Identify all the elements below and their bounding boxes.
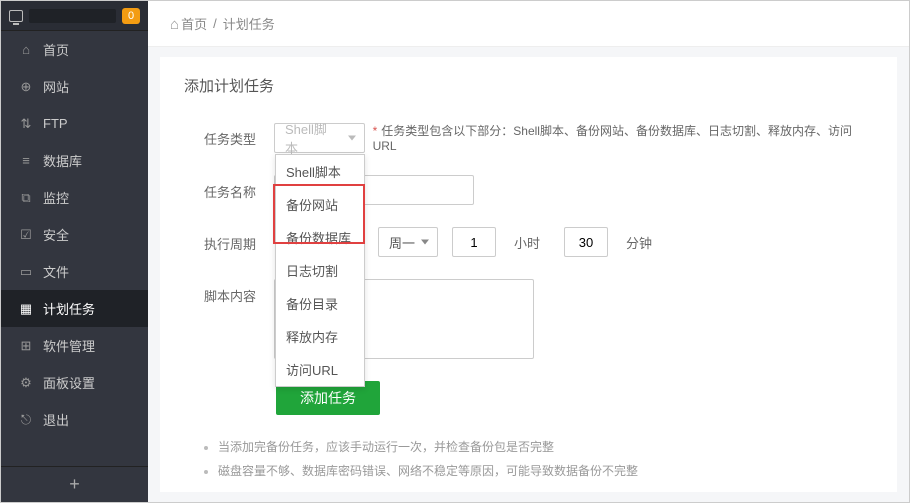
sidebar-item-label: 监控	[43, 188, 69, 207]
panel: 添加计划任务 任务类型 Shell脚本 Shell脚本 备份网站 备份数据库 日…	[160, 57, 897, 492]
period-day-select[interactable]: 周一	[378, 227, 438, 257]
minute-unit: 分钟	[626, 233, 652, 252]
required-star-icon: *	[373, 124, 378, 138]
monitor-icon	[9, 10, 23, 22]
chevron-down-icon	[348, 135, 356, 140]
hour-unit: 小时	[514, 233, 540, 252]
sidebar-item-files[interactable]: ▭ 文件	[1, 253, 148, 290]
ip-display	[29, 9, 116, 23]
home-icon	[170, 17, 181, 32]
task-type-hint: *任务类型包含以下部分：Shell脚本、备份网站、备份数据库、日志切割、释放内存…	[373, 122, 873, 153]
label-task-name: 任务名称	[184, 175, 274, 201]
task-type-select[interactable]: Shell脚本 Shell脚本 备份网站 备份数据库 日志切割 备份目录 释放内…	[274, 123, 365, 153]
chart-icon: ⧉	[19, 190, 33, 206]
sidebar-item-site[interactable]: ⊕ 网站	[1, 68, 148, 105]
exit-icon: ⎋	[19, 412, 33, 428]
sidebar-item-ftp[interactable]: ⇅ FTP	[1, 105, 148, 142]
sidebar-item-logout[interactable]: ⎋ 退出	[1, 401, 148, 438]
sidebar: 0 ⌂ 首页 ⊕ 网站 ⇅ FTP ≡ 数据库 ⧉ 监控	[1, 1, 148, 502]
dropdown-item-backup-dir[interactable]: 备份目录	[276, 287, 364, 320]
ftp-icon: ⇅	[19, 116, 33, 132]
task-type-dropdown: Shell脚本 备份网站 备份数据库 日志切割 备份目录 释放内存 访问URL	[275, 154, 365, 387]
sidebar-item-cron[interactable]: ▦ 计划任务	[1, 290, 148, 327]
sidebar-item-security[interactable]: ☑ 安全	[1, 216, 148, 253]
submit-row: 添加任务	[276, 381, 873, 415]
breadcrumb-home-label: 首页	[181, 17, 207, 32]
period-day-value: 周一	[389, 233, 415, 252]
dropdown-item-backup-site[interactable]: 备份网站	[276, 188, 364, 221]
period-hour-input[interactable]	[452, 227, 496, 257]
home-breadcrumb[interactable]: 首页	[170, 14, 207, 33]
apps-icon: ⊞	[19, 338, 33, 354]
dropdown-item-visit-url[interactable]: 访问URL	[276, 353, 364, 386]
page-title: 添加计划任务	[184, 75, 873, 96]
sidebar-item-label: 安全	[43, 225, 69, 244]
period-minute-input[interactable]	[564, 227, 608, 257]
sidebar-header: 0	[1, 1, 148, 31]
label-script: 脚本内容	[184, 279, 274, 305]
folder-icon: ▭	[19, 264, 33, 280]
globe-icon: ⊕	[19, 79, 33, 95]
plus-icon: +	[69, 474, 80, 495]
dropdown-item-log-cut[interactable]: 日志切割	[276, 254, 364, 287]
dropdown-item-shell[interactable]: Shell脚本	[276, 155, 364, 188]
home-icon: ⌂	[19, 42, 33, 57]
gear-icon: ⚙	[19, 375, 33, 391]
notification-badge[interactable]: 0	[122, 8, 140, 24]
sidebar-item-database[interactable]: ≡ 数据库	[1, 142, 148, 179]
sidebar-item-label: 软件管理	[43, 336, 95, 355]
sidebar-item-label: 面板设置	[43, 373, 95, 392]
sidebar-item-label: 首页	[43, 40, 69, 59]
sidebar-item-label: 计划任务	[43, 299, 95, 318]
main-content: 首页 / 计划任务 添加计划任务 任务类型 Shell脚本 Shell脚本 备份…	[148, 1, 909, 502]
breadcrumb-current: 计划任务	[223, 14, 275, 33]
breadcrumb: 首页 / 计划任务	[148, 1, 909, 47]
sidebar-item-settings[interactable]: ⚙ 面板设置	[1, 364, 148, 401]
shield-icon: ☑	[19, 227, 33, 243]
task-type-value: Shell脚本	[285, 119, 340, 157]
breadcrumb-sep: /	[213, 16, 217, 31]
chevron-down-icon	[421, 240, 429, 245]
label-task-type: 任务类型	[184, 122, 274, 148]
row-task-type: 任务类型 Shell脚本 Shell脚本 备份网站 备份数据库 日志切割 备份目…	[184, 122, 873, 153]
sidebar-item-label: 数据库	[43, 151, 82, 170]
sidebar-nav: ⌂ 首页 ⊕ 网站 ⇅ FTP ≡ 数据库 ⧉ 监控 ☑ 安全	[1, 31, 148, 466]
sidebar-item-label: 退出	[43, 410, 69, 429]
task-type-hint-text: 任务类型包含以下部分：Shell脚本、备份网站、备份数据库、日志切割、释放内存、…	[373, 124, 852, 153]
sidebar-add-button[interactable]: +	[1, 466, 148, 502]
tip-item: 磁盘容量不够、数据库密码错误、网络不稳定等原因，可能导致数据备份不完整	[218, 459, 873, 483]
tips-list: 当添加完备份任务，应该手动运行一次，并检查备份包是否完整 磁盘容量不够、数据库密…	[184, 435, 873, 483]
dropdown-item-free-mem[interactable]: 释放内存	[276, 320, 364, 353]
sidebar-item-monitor[interactable]: ⧉ 监控	[1, 179, 148, 216]
sidebar-item-label: 网站	[43, 77, 69, 96]
label-period: 执行周期	[184, 227, 274, 253]
database-icon: ≡	[19, 153, 33, 168]
sidebar-item-software[interactable]: ⊞ 软件管理	[1, 327, 148, 364]
sidebar-item-home[interactable]: ⌂ 首页	[1, 31, 148, 68]
calendar-icon: ▦	[19, 301, 33, 317]
tip-item: 当添加完备份任务，应该手动运行一次，并检查备份包是否完整	[218, 435, 873, 459]
dropdown-item-backup-db[interactable]: 备份数据库	[276, 221, 364, 254]
sidebar-item-label: FTP	[43, 116, 68, 131]
sidebar-item-label: 文件	[43, 262, 69, 281]
